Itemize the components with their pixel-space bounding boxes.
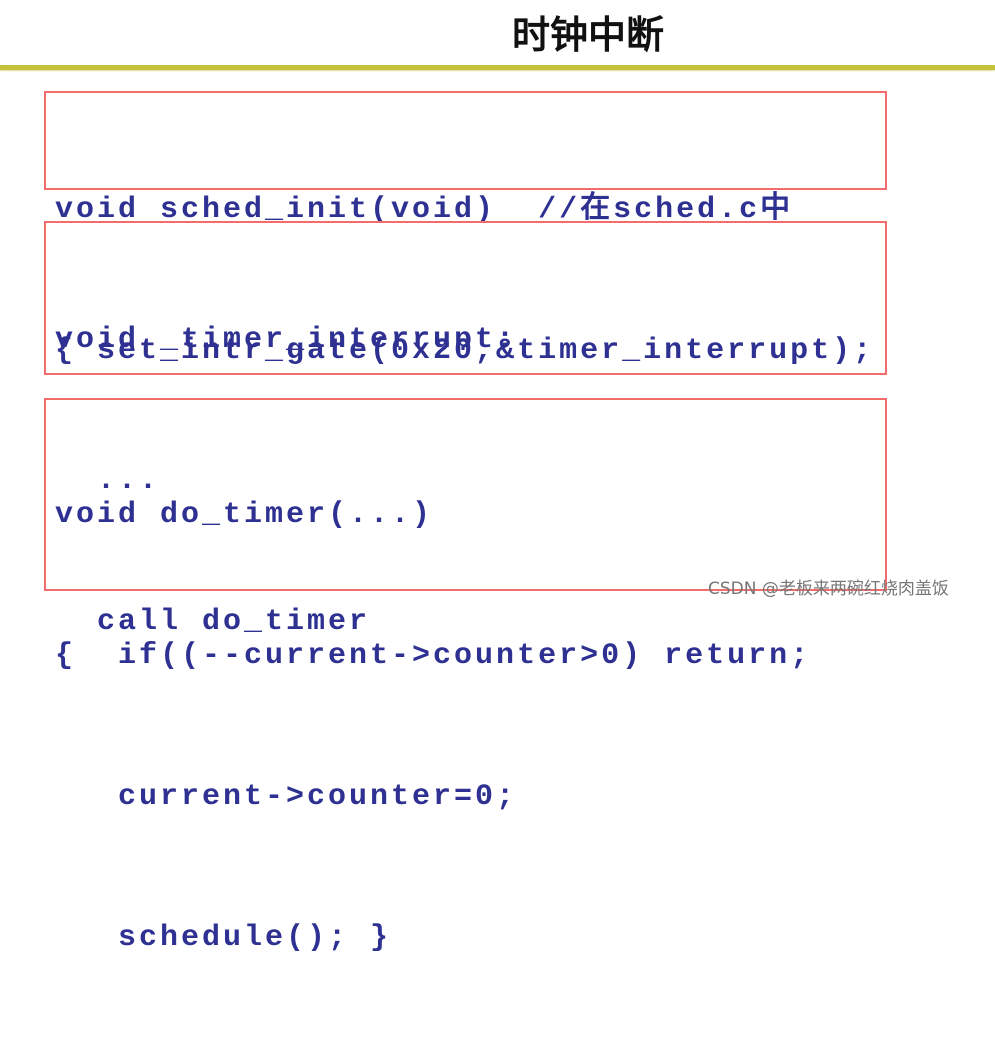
code-block-sched-init: void sched_init(void) //在sched.c中 { set_…	[44, 91, 887, 368]
code-line: void _timer_interrupt:	[55, 323, 518, 357]
slide-title: 时钟中断	[511, 13, 664, 57]
title-divider	[0, 65, 995, 70]
code-block-do-timer: void do_timer(...) { if((--current->coun…	[44, 398, 887, 955]
code-block-timer-interrupt: void _timer_interrupt: ... call do_timer	[44, 221, 887, 639]
watermark: CSDN @老板来两碗红烧肉盖饭	[708, 579, 949, 599]
code-line: void do_timer(...)	[55, 498, 434, 532]
code-line: { if((--current->counter>0) return;	[55, 639, 812, 673]
code-line: current->counter=0;	[55, 780, 518, 814]
code-line: schedule(); }	[55, 921, 392, 955]
